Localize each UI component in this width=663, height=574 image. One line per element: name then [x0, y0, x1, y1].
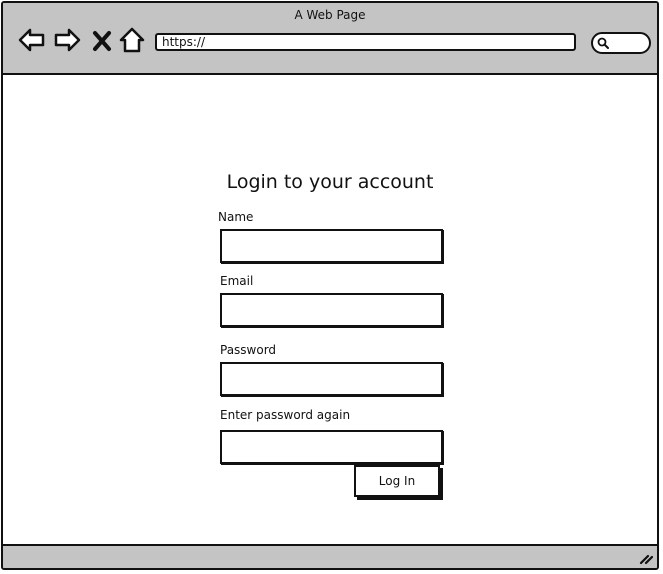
browser-toolbar: A Web Page https:// — [3, 3, 657, 75]
forward-arrow-icon[interactable] — [52, 25, 82, 55]
window-title: A Web Page — [294, 8, 366, 22]
back-arrow-icon[interactable] — [17, 25, 47, 55]
browser-window: A Web Page https:// Login to your accoun… — [1, 1, 659, 570]
password-label: Password — [220, 343, 277, 357]
search-input[interactable] — [591, 32, 651, 54]
home-icon[interactable] — [118, 25, 146, 55]
confirm-password-field[interactable] — [220, 430, 443, 464]
email-label: Email — [220, 274, 254, 288]
page-title: Login to your account — [226, 171, 434, 193]
url-bar[interactable]: https:// — [155, 33, 576, 51]
page-content: Login to your account Name Email Passwor… — [3, 75, 657, 546]
close-icon[interactable] — [90, 25, 114, 55]
resize-grip-icon[interactable] — [639, 551, 653, 565]
password-field[interactable] — [220, 362, 443, 396]
email-field[interactable] — [220, 293, 443, 327]
name-field[interactable] — [220, 229, 443, 263]
status-bar — [3, 544, 657, 568]
login-button[interactable]: Log In — [354, 465, 440, 497]
search-icon — [597, 37, 609, 49]
confirm-password-label: Enter password again — [220, 408, 351, 422]
name-label: Name — [218, 210, 254, 224]
